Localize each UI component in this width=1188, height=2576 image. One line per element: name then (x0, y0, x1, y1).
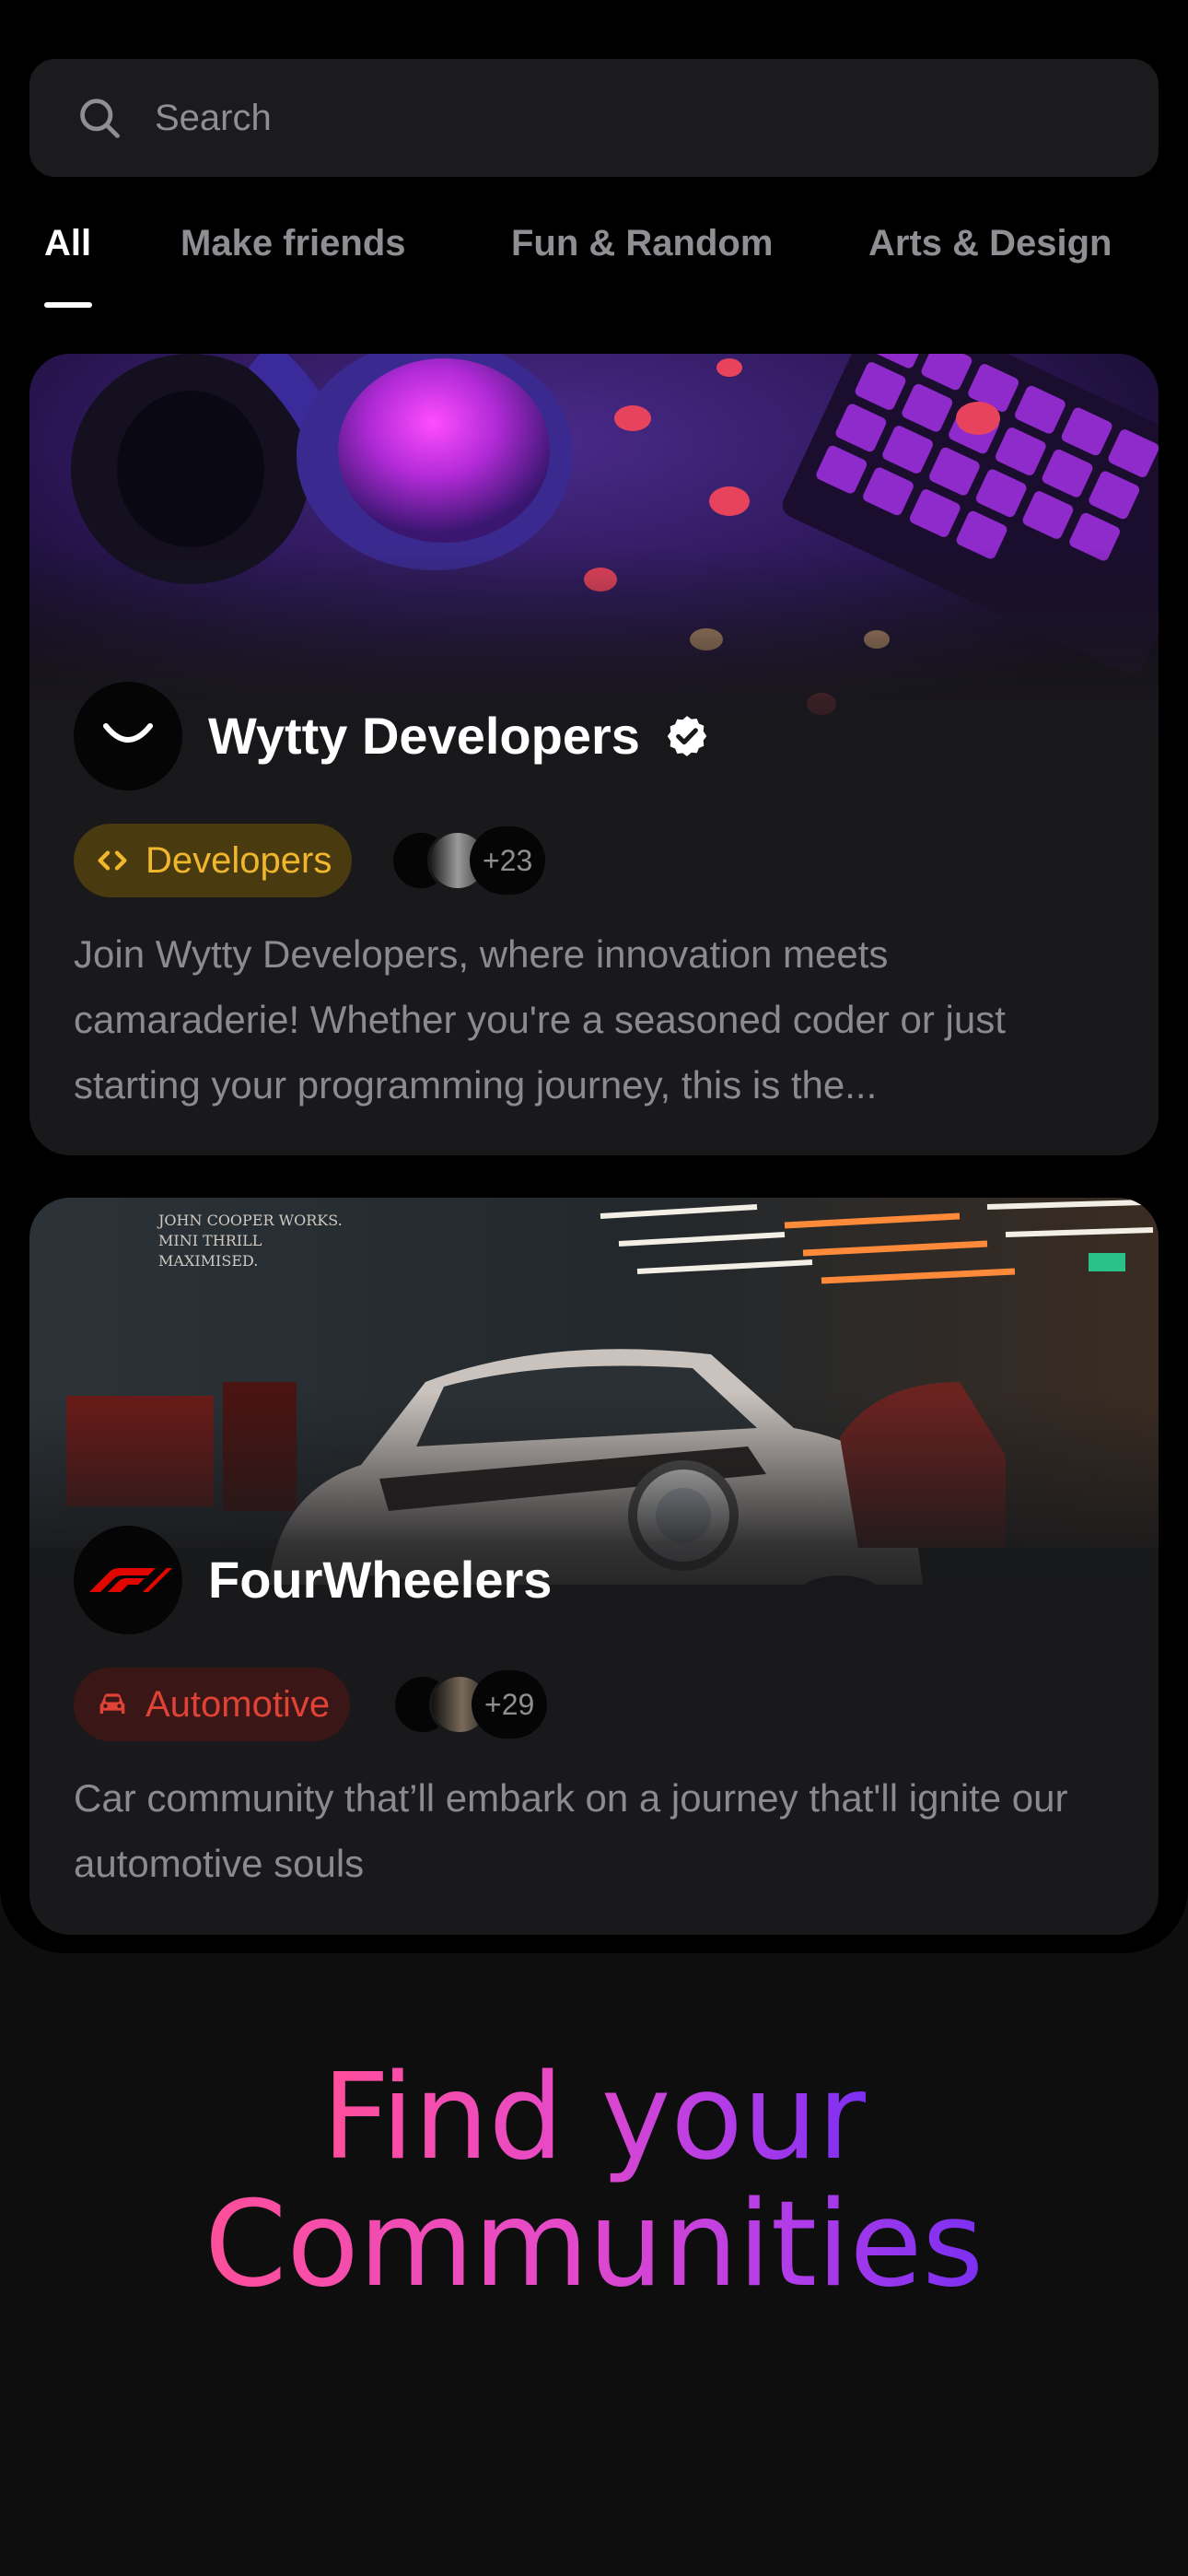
community-avatar (74, 1526, 182, 1634)
community-card[interactable]: JOHN COOPER WORKS. MINI THRILL MAXIMISED… (29, 1198, 1159, 1935)
community-name: Wytty Developers (208, 707, 640, 765)
banner-fade (29, 1198, 1159, 1631)
hero-line-1: Find your (321, 2049, 867, 2186)
car-icon (99, 1693, 125, 1714)
hero-line-2: Communities (204, 2176, 984, 2313)
tab-fun-random[interactable]: Fun & Random (511, 223, 773, 264)
hero-heading: Find your Communities (0, 2055, 1188, 2309)
community-avatar (74, 682, 182, 790)
f1-logo-icon (89, 1568, 172, 1592)
category-tabs: All Make friends Fun & Random Arts & Des… (0, 212, 1188, 313)
community-description: Car community that’ll embark on a journe… (74, 1776, 1068, 1885)
category-tag[interactable]: Automotive (74, 1668, 351, 1741)
community-card[interactable]: Wytty Developers Developers +23 Join Wyt… (29, 354, 1159, 1155)
community-title: FourWheelers (208, 1550, 552, 1610)
community-description: Join Wytty Developers, where innovation … (74, 932, 1006, 1107)
member-count: +23 (470, 826, 546, 895)
search-input[interactable]: Search (155, 98, 272, 139)
category-tag[interactable]: Developers (74, 824, 353, 897)
member-avatars[interactable]: +23 (390, 825, 546, 896)
community-name: FourWheelers (208, 1551, 553, 1609)
category-label: Developers (146, 839, 332, 881)
tab-make-friends[interactable]: Make friends (181, 223, 406, 264)
code-icon (98, 850, 127, 871)
app-screen: Search All Make friends Fun & Random Art… (0, 0, 1188, 1953)
tab-all[interactable]: All (44, 223, 91, 264)
community-title: Wytty Developers (208, 706, 710, 766)
member-avatars[interactable]: +29 (392, 1669, 548, 1739)
active-tab-indicator (44, 302, 92, 308)
member-count: +29 (472, 1670, 548, 1739)
smile-icon (103, 723, 153, 743)
verified-badge-icon (667, 715, 707, 756)
search-bar[interactable]: Search (29, 59, 1159, 177)
category-label: Automotive (146, 1683, 331, 1725)
community-banner: JOHN COOPER WORKS. MINI THRILL MAXIMISED… (29, 1198, 1159, 1631)
tab-arts-design[interactable]: Arts & Design (868, 223, 1112, 264)
search-icon (80, 99, 120, 138)
